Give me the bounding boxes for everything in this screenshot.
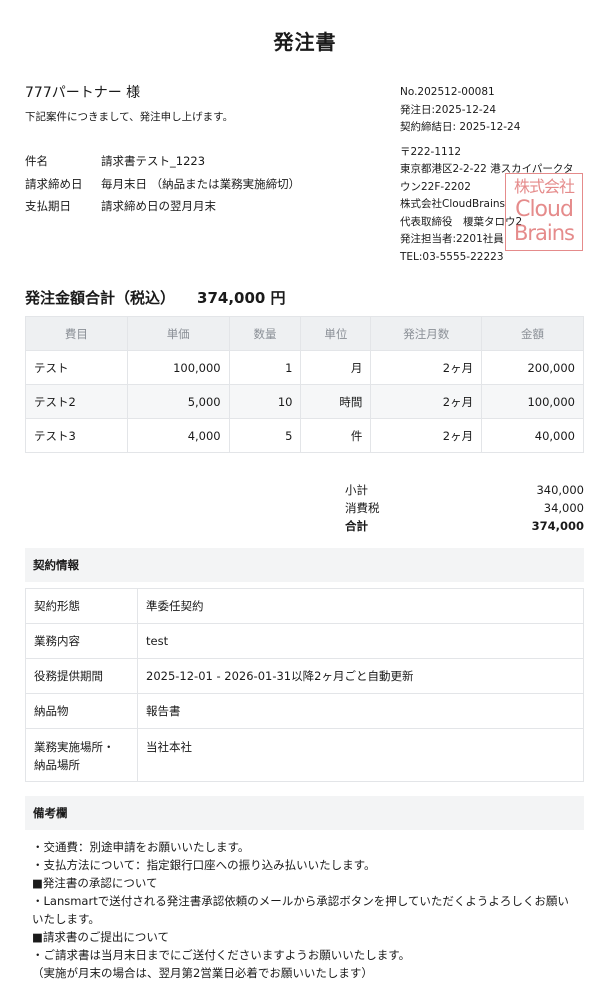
tax-label: 消費税 — [345, 501, 380, 515]
table-row: テスト 100,000 1 月 2ヶ月 200,000 — [25, 350, 584, 385]
remarks-line: ・ご請求書は当月末日までにご送付くださいますようお願いいたします。 — [32, 948, 411, 962]
item-amount: 100,000 — [481, 384, 584, 419]
table-row: テスト3 4,000 5 件 2ヶ月 40,000 — [25, 418, 584, 453]
contract-info-heading: 契約情報 — [25, 548, 584, 582]
item-unit: 件 — [300, 418, 372, 453]
contract-value: 準委任契約 — [137, 588, 584, 624]
partner-name: 777パートナー 様 — [25, 85, 141, 101]
issuer-tel: TEL:03-5555-22223 — [400, 250, 504, 263]
table-row: 契約形態 準委任契約 — [25, 588, 584, 624]
intro-text: 下記案件につきまして、発注申し上げます。 — [25, 111, 234, 123]
contract-date: 契約締結日: 2025-12-24 — [400, 121, 521, 133]
meta-label: 請求締め日 — [25, 176, 83, 191]
subtotal-value: 340,000 — [536, 483, 584, 497]
items-table: 費目 単価 数量 単位 発注月数 金額 テスト 100,000 1 月 2ヶ月 … — [25, 316, 584, 453]
contract-label: 契約形態 — [25, 588, 138, 624]
item-unit: 月 — [300, 350, 372, 385]
subtotal-label: 小計 — [345, 483, 368, 497]
contract-label: 業務実施場所・ 納品場所 — [25, 728, 138, 782]
item-months: 2ヶ月 — [370, 350, 483, 385]
remarks-line: （実施が月末の場合は、翌月第2営業日必着でお願いいたします） — [32, 966, 373, 980]
grand-total-row: 合計 374,000 — [345, 517, 584, 535]
grand-total-value: 374,000 — [531, 519, 584, 533]
meta-value: 毎月末日 （納品または業務実施締切） — [101, 176, 301, 191]
contract-value: 報告書 — [137, 693, 584, 729]
item-unit-price: 5,000 — [126, 384, 230, 419]
item-unit-price: 100,000 — [126, 350, 230, 385]
item-amount: 40,000 — [481, 418, 584, 453]
issuer-block: No.202512-00081 発注日:2025-12-24 契約締結日: 20… — [400, 84, 590, 266]
meta-value: 請求締め日の翌月月末 — [101, 199, 216, 214]
contract-value: 当社本社 — [137, 728, 584, 782]
table-row: 納品物 報告書 — [25, 693, 584, 729]
tax-row: 消費税 34,000 — [345, 499, 584, 517]
contract-label: 役務提供期間 — [25, 658, 138, 694]
order-meta: 件名 請求書テスト_1223 請求締め日 毎月末日 （納品または業務実施締切） … — [25, 150, 300, 218]
meta-row-payment-due: 支払期日 請求締め日の翌月月末 — [25, 195, 300, 218]
item-unit-price: 4,000 — [126, 418, 230, 453]
column-header: 費目 — [25, 316, 128, 351]
grand-total-label: 合計 — [345, 519, 368, 533]
table-row: 業務実施場所・ 納品場所 当社本社 — [25, 728, 584, 782]
remarks-heading: 備考欄 — [25, 796, 584, 830]
meta-label: 支払期日 — [25, 199, 71, 214]
meta-row-subject: 件名 請求書テスト_1223 — [25, 150, 300, 173]
meta-value: 請求書テスト_1223 — [101, 154, 206, 169]
issuer-address-line1: 東京都港区2-2-22 港スカイパークタ — [400, 163, 574, 175]
issuer-postal: 〒222-1112 — [400, 145, 462, 158]
column-header: 金額 — [481, 316, 584, 351]
issuer-contact: 発注担当者:2201社員 — [400, 233, 504, 245]
contract-info-table: 契約形態 準委任契約 業務内容 test 役務提供期間 2025-12-01 -… — [25, 588, 584, 782]
remarks-body: ・交通費：別途申請をお願いいたします。 ・支払方法について：指定銀行口座への振り… — [32, 838, 577, 982]
remarks-line: ・Lansmartで送付される発注書承認依頼のメールから承認ボタンを押していただ… — [32, 894, 569, 926]
order-total-heading: 発注金額合計（税込） 374,000 円 — [25, 287, 286, 308]
remarks-line: ・支払方法について：指定銀行口座への振り込み払いいたします。 — [32, 858, 376, 872]
table-row: 業務内容 test — [25, 623, 584, 659]
issuer-representative: 代表取締役 榎葉タロウ2 — [400, 215, 523, 228]
issuer-company: 株式会社CloudBrains — [400, 198, 505, 210]
item-name: テスト2 — [25, 384, 128, 419]
contract-value: test — [137, 623, 584, 659]
totals-summary: 小計 340,000 消費税 34,000 合計 374,000 — [345, 481, 584, 535]
order-number: No.202512-00081 — [400, 86, 495, 98]
meta-label: 件名 — [25, 154, 48, 169]
issuer-address-line2: ウン22F-2202 — [400, 180, 471, 193]
remarks-line: ■発注書の承認について — [32, 876, 158, 890]
items-table-header: 費目 単価 数量 単位 発注月数 金額 — [25, 316, 584, 351]
order-total-label: 発注金額合計（税込） — [25, 289, 176, 307]
remarks-line: ■請求書のご提出について — [32, 930, 170, 944]
contract-value: 2025-12-01 - 2026-01-31以降2ヶ月ごと自動更新 — [137, 658, 584, 694]
table-row: テスト2 5,000 10 時間 2ヶ月 100,000 — [25, 384, 584, 419]
item-name: テスト3 — [25, 418, 128, 453]
item-months: 2ヶ月 — [370, 418, 483, 453]
subtotal-row: 小計 340,000 — [345, 481, 584, 499]
item-name: テスト — [25, 350, 128, 385]
item-unit: 時間 — [300, 384, 372, 419]
column-header: 単位 — [300, 316, 372, 351]
item-quantity: 5 — [228, 418, 302, 453]
item-months: 2ヶ月 — [370, 384, 483, 419]
contract-label: 業務内容 — [25, 623, 138, 659]
column-header: 発注月数 — [370, 316, 483, 351]
table-row: 役務提供期間 2025-12-01 - 2026-01-31以降2ヶ月ごと自動更… — [25, 658, 584, 694]
item-quantity: 1 — [228, 350, 302, 385]
column-header: 数量 — [228, 316, 302, 351]
order-total-amount: 374,000 円 — [197, 289, 286, 307]
order-date: 発注日:2025-12-24 — [400, 103, 497, 116]
contract-label: 納品物 — [25, 693, 138, 729]
tax-value: 34,000 — [543, 501, 584, 515]
meta-row-closing-date: 請求締め日 毎月末日 （納品または業務実施締切） — [25, 173, 300, 196]
item-quantity: 10 — [228, 384, 302, 419]
remarks-line: ・交通費：別途申請をお願いいたします。 — [32, 840, 250, 854]
item-amount: 200,000 — [481, 350, 584, 385]
column-header: 単価 — [126, 316, 230, 351]
document-title: 発注書 — [273, 30, 337, 54]
